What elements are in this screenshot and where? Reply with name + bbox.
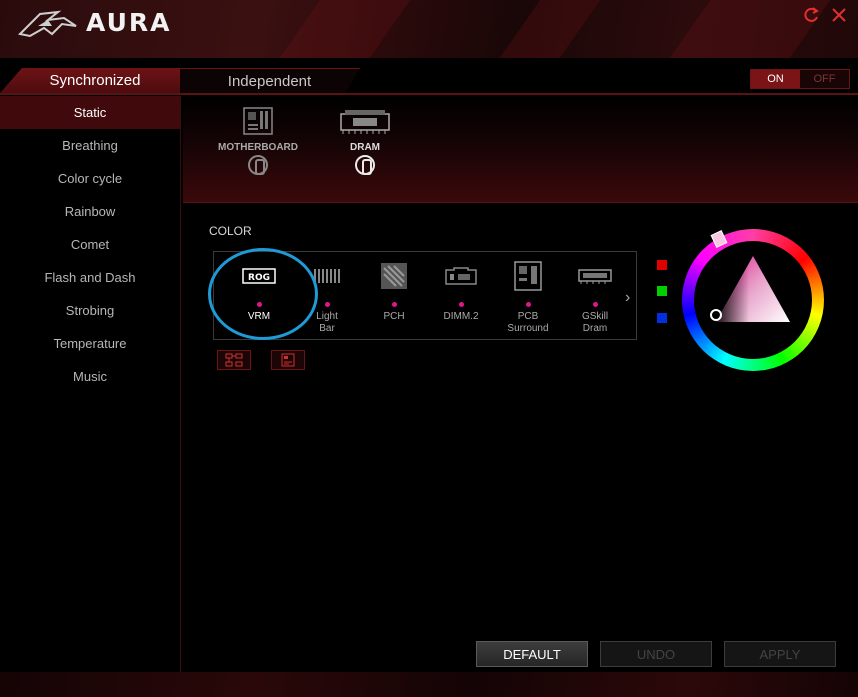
title-bar: AURA — [0, 0, 858, 58]
zone-label: PCH — [383, 311, 405, 322]
off-button[interactable]: OFF — [800, 70, 849, 88]
device-dram[interactable]: DRAM — [320, 106, 410, 175]
light-bar-icon — [314, 269, 340, 283]
devices-panel: MOTHERBOARD DRAM — [183, 96, 858, 203]
color-wheel[interactable] — [682, 229, 824, 371]
power-toggle[interactable]: ON OFF — [750, 69, 850, 89]
dimm2-icon — [445, 267, 477, 285]
zone-label: VRM — [247, 311, 271, 322]
zone-group-button[interactable] — [217, 350, 251, 370]
pcb-icon — [514, 261, 542, 291]
sync-link-icon[interactable] — [355, 155, 375, 175]
refresh-icon[interactable] — [800, 6, 822, 28]
zone-color-dot — [525, 302, 531, 307]
zone-color-dot — [458, 302, 464, 307]
close-icon[interactable] — [828, 6, 850, 28]
zone-label-line2: Surround — [507, 323, 549, 334]
sidebar-item-temperature[interactable]: Temperature — [0, 327, 180, 360]
default-button[interactable]: DEFAULT — [476, 641, 588, 667]
sidebar-item-flash-and-dash[interactable]: Flash and Dash — [0, 261, 180, 294]
zone-group-icon — [225, 353, 243, 367]
dram-icon — [340, 110, 390, 134]
rog-icon: ROG — [242, 268, 276, 284]
zone-gskill-dram[interactable]: GSkill Dram — [564, 260, 626, 335]
undo-button[interactable]: UNDO — [600, 641, 712, 667]
tabs-divider — [0, 93, 858, 95]
device-label: DRAM — [350, 142, 380, 153]
green-swatch[interactable] — [657, 286, 667, 296]
rog-logo-icon — [18, 10, 77, 38]
red-swatch[interactable] — [657, 260, 667, 270]
sidebar-item-rainbow[interactable]: Rainbow — [0, 195, 180, 228]
footer-band — [0, 672, 858, 697]
zone-label: DIMM.2 — [443, 311, 479, 322]
main-content: MOTHERBOARD DRAM COLOR ROG VRM LightBar — [183, 96, 858, 697]
chevron-right-icon[interactable]: › — [625, 289, 630, 307]
hue-handle[interactable] — [710, 230, 728, 248]
tab-synchronized[interactable]: Synchronized — [0, 68, 190, 93]
sidebar-item-comet[interactable]: Comet — [0, 228, 180, 261]
zone-light-bar[interactable]: Light Bar — [296, 260, 358, 335]
motherboard-icon — [243, 107, 273, 135]
sidebar-item-color-cycle[interactable]: Color cycle — [0, 162, 180, 195]
sidebar-item-music[interactable]: Music — [0, 360, 180, 393]
effect-sidebar: Static Breathing Color cycle Rainbow Com… — [0, 96, 181, 697]
app-title: AURA — [86, 8, 172, 37]
zone-label-line2: Bar — [319, 323, 335, 334]
board-layout-icon — [281, 353, 295, 367]
sidebar-item-breathing[interactable]: Breathing — [0, 129, 180, 162]
device-label: MOTHERBOARD — [218, 142, 298, 153]
blue-swatch[interactable] — [657, 313, 667, 323]
saturation-handle[interactable] — [710, 309, 722, 321]
zone-dimm2[interactable]: DIMM.2 — [430, 260, 492, 323]
sync-link-icon[interactable] — [248, 155, 268, 175]
tab-independent[interactable]: Independent — [180, 68, 360, 93]
zone-selector: ROG VRM Light Bar PCH DIMM.2 PCB Surround — [213, 251, 637, 340]
zone-color-dot — [256, 302, 262, 307]
device-motherboard[interactable]: MOTHERBOARD — [213, 106, 303, 175]
apply-button[interactable]: APPLY — [724, 641, 836, 667]
mode-tabs: Synchronized Independent ON OFF — [0, 58, 858, 96]
color-section-label: COLOR — [209, 224, 252, 238]
zone-layout-button[interactable] — [271, 350, 305, 370]
zone-pch[interactable]: PCH — [363, 260, 425, 323]
svg-text:ROG: ROG — [248, 273, 270, 283]
zone-color-dot — [324, 302, 330, 307]
zone-color-dot — [391, 302, 397, 307]
zone-vrm[interactable]: ROG VRM — [228, 260, 290, 323]
zone-label: GSkill — [581, 311, 609, 322]
zone-label-line2: Dram — [582, 323, 608, 334]
hue-ring[interactable] — [682, 229, 824, 371]
gskill-dram-icon — [578, 269, 612, 284]
sidebar-item-strobing[interactable]: Strobing — [0, 294, 180, 327]
zone-pcb-surround[interactable]: PCB Surround — [497, 260, 559, 335]
pch-icon — [381, 263, 407, 289]
zone-label: PCB — [517, 311, 539, 322]
sidebar-item-static[interactable]: Static — [0, 96, 180, 129]
zone-color-dot — [592, 302, 598, 307]
zone-label: Light — [316, 311, 338, 322]
on-button[interactable]: ON — [751, 70, 800, 88]
